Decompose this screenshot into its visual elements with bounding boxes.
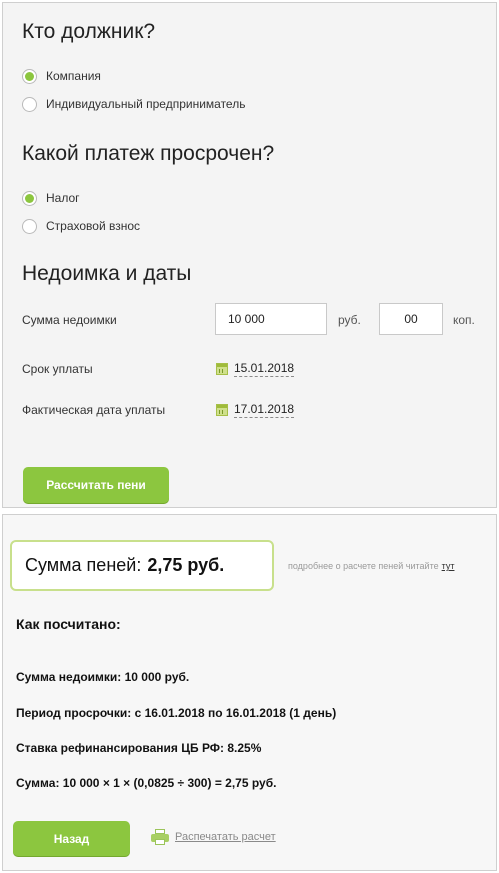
more-info: подробнее о расчете пеней читайте тут [288,561,454,571]
result-sum-label: Сумма пеней: [25,555,142,575]
payment-option-tax[interactable]: Налог [22,189,80,207]
print-calculation-link[interactable]: Распечатать расчет [151,829,276,845]
how-calculated-title: Как посчитано: [16,616,121,632]
payment-option-insurance[interactable]: Страховой взнос [22,217,140,235]
radio-checked-icon[interactable] [22,68,37,84]
radio-unchecked-icon[interactable] [22,218,37,234]
due-date-label: Срок уплаты [22,362,93,376]
calc-line-rate: Ставка рефинансирования ЦБ РФ: 8.25% [16,741,262,755]
due-date-value[interactable]: 15.01.2018 [234,361,295,377]
actual-date-value[interactable]: 17.01.2018 [234,402,295,418]
calc-line-sum: Сумма: 10 000 × 1 × (0,0825 ÷ 300) = 2,7… [16,776,277,790]
debtor-option-entrepreneur[interactable]: Индивидуальный предприниматель [22,95,245,113]
payment-option-tax-label: Налог [46,191,80,205]
calendar-icon[interactable] [216,404,228,416]
calc-line-period: Период просрочки: с 16.01.2018 по 16.01.… [16,706,337,720]
debtor-heading: Кто должник? [22,20,156,43]
more-info-link[interactable]: тут [442,561,455,571]
rub-amount-input[interactable]: 10 000 [215,303,327,335]
arrears-heading: Недоимка и даты [22,262,192,285]
kop-unit: коп. [453,313,475,327]
kop-amount-input[interactable]: 00 [379,303,443,335]
calc-line-arrears: Сумма недоимки: 10 000 руб. [16,670,190,684]
calculate-button[interactable]: Рассчитать пени [23,467,169,503]
debtor-option-entrepreneur-label: Индивидуальный предприниматель [46,97,246,111]
debtor-option-company-label: Компания [46,69,101,83]
calendar-icon[interactable] [216,363,228,375]
rub-unit: руб. [338,313,361,327]
result-sum-value: 2,75 руб. [147,555,225,575]
back-button[interactable]: Назад [13,821,130,856]
actual-date-picker[interactable]: 17.01.2018 [216,402,295,418]
result-sum-box: Сумма пеней: 2,75 руб. [10,540,274,591]
payment-option-insurance-label: Страховой взнос [46,219,141,233]
more-info-text: подробнее о расчете пеней читайте [288,561,439,571]
due-date-picker[interactable]: 15.01.2018 [216,361,295,377]
radio-unchecked-icon[interactable] [22,96,37,112]
debtor-option-company[interactable]: Компания [22,67,101,85]
amount-label: Сумма недоимки [22,313,117,327]
printer-icon[interactable] [151,829,169,845]
payment-heading: Какой платеж просрочен? [22,142,275,165]
print-calculation-label[interactable]: Распечатать расчет [175,831,276,843]
actual-date-label: Фактическая дата уплаты [22,403,166,417]
radio-checked-icon[interactable] [22,190,37,206]
